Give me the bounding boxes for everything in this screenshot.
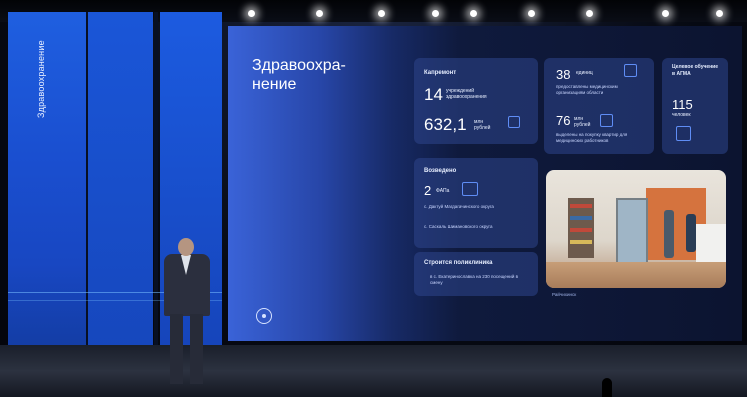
stat-76-desc: выделены на покупку квартир для медицинс… (556, 132, 628, 143)
glass-door (616, 198, 648, 264)
stage-light (470, 10, 477, 17)
stage-light (662, 10, 669, 17)
built-item-2: с. Саскаль Шимановского округа (424, 224, 493, 229)
stat-38-unit: единиц (576, 70, 593, 76)
person-figure (664, 210, 674, 258)
stat-38-value: 38 (556, 67, 571, 82)
panel-seam (154, 12, 158, 372)
stage-light (586, 10, 593, 17)
kapremont-heading: Капремонт (424, 70, 457, 76)
stage-light (378, 10, 385, 17)
slide-title: Здравоохра- нение (252, 57, 346, 93)
clinic-desc: в с. Екатеринославка на 230 посещений в … (430, 274, 518, 285)
kapremont-count: 14 (424, 85, 443, 104)
person-figure (686, 214, 696, 252)
training-heading: Целевое обучение в АГМА (672, 64, 719, 77)
clinic-heading: Строится поликлиника (424, 260, 493, 266)
people-icon (676, 126, 691, 141)
stat-38-desc: предоставлены медицинским организациям о… (556, 84, 618, 95)
bookshelf (568, 198, 594, 258)
training-unit: человек (672, 112, 691, 118)
photo-caption: Райчихинск (552, 292, 577, 297)
circle-icon (256, 308, 272, 324)
ambulance-icon (624, 64, 637, 77)
speaker-leg (170, 314, 183, 384)
training-value: 115 (672, 97, 693, 112)
kapremont-amount-unit: млн рублей (474, 119, 491, 131)
stage-scene: Здравоохранение Здравоохра- нение Капрем… (0, 0, 747, 397)
built-heading: Возведено (424, 168, 457, 174)
built-item-1: с. Дактуй Магдагачинского округа (424, 204, 494, 209)
stat-76-unit: млн рублей (574, 116, 591, 128)
speaker-head (178, 238, 194, 256)
stage-floor (0, 345, 747, 397)
photo-floor (546, 262, 726, 288)
clinic-interior-photo (546, 170, 726, 288)
house-icon (600, 114, 613, 127)
built-count-unit: ФАПа (436, 188, 450, 194)
stage-light (716, 10, 723, 17)
clinic-icon (462, 182, 478, 196)
speaker-figure (160, 238, 218, 388)
speaker-leg (190, 314, 203, 384)
stat-76-value: 76 (556, 113, 571, 128)
kapremont-amount: 632,1 (424, 115, 467, 134)
building-icon (508, 116, 520, 128)
stage-light (248, 10, 255, 17)
kapremont-count-label: учреждений здравоохранения (446, 88, 487, 100)
stage-light (528, 10, 535, 17)
led-panel-left (8, 12, 86, 372)
stage-light (316, 10, 323, 17)
stage-light (432, 10, 439, 17)
led-panel-middle (88, 12, 153, 372)
vertical-section-label: Здравоохранение (36, 40, 46, 118)
audience-silhouette (602, 378, 612, 397)
built-count: 2 (424, 183, 432, 198)
